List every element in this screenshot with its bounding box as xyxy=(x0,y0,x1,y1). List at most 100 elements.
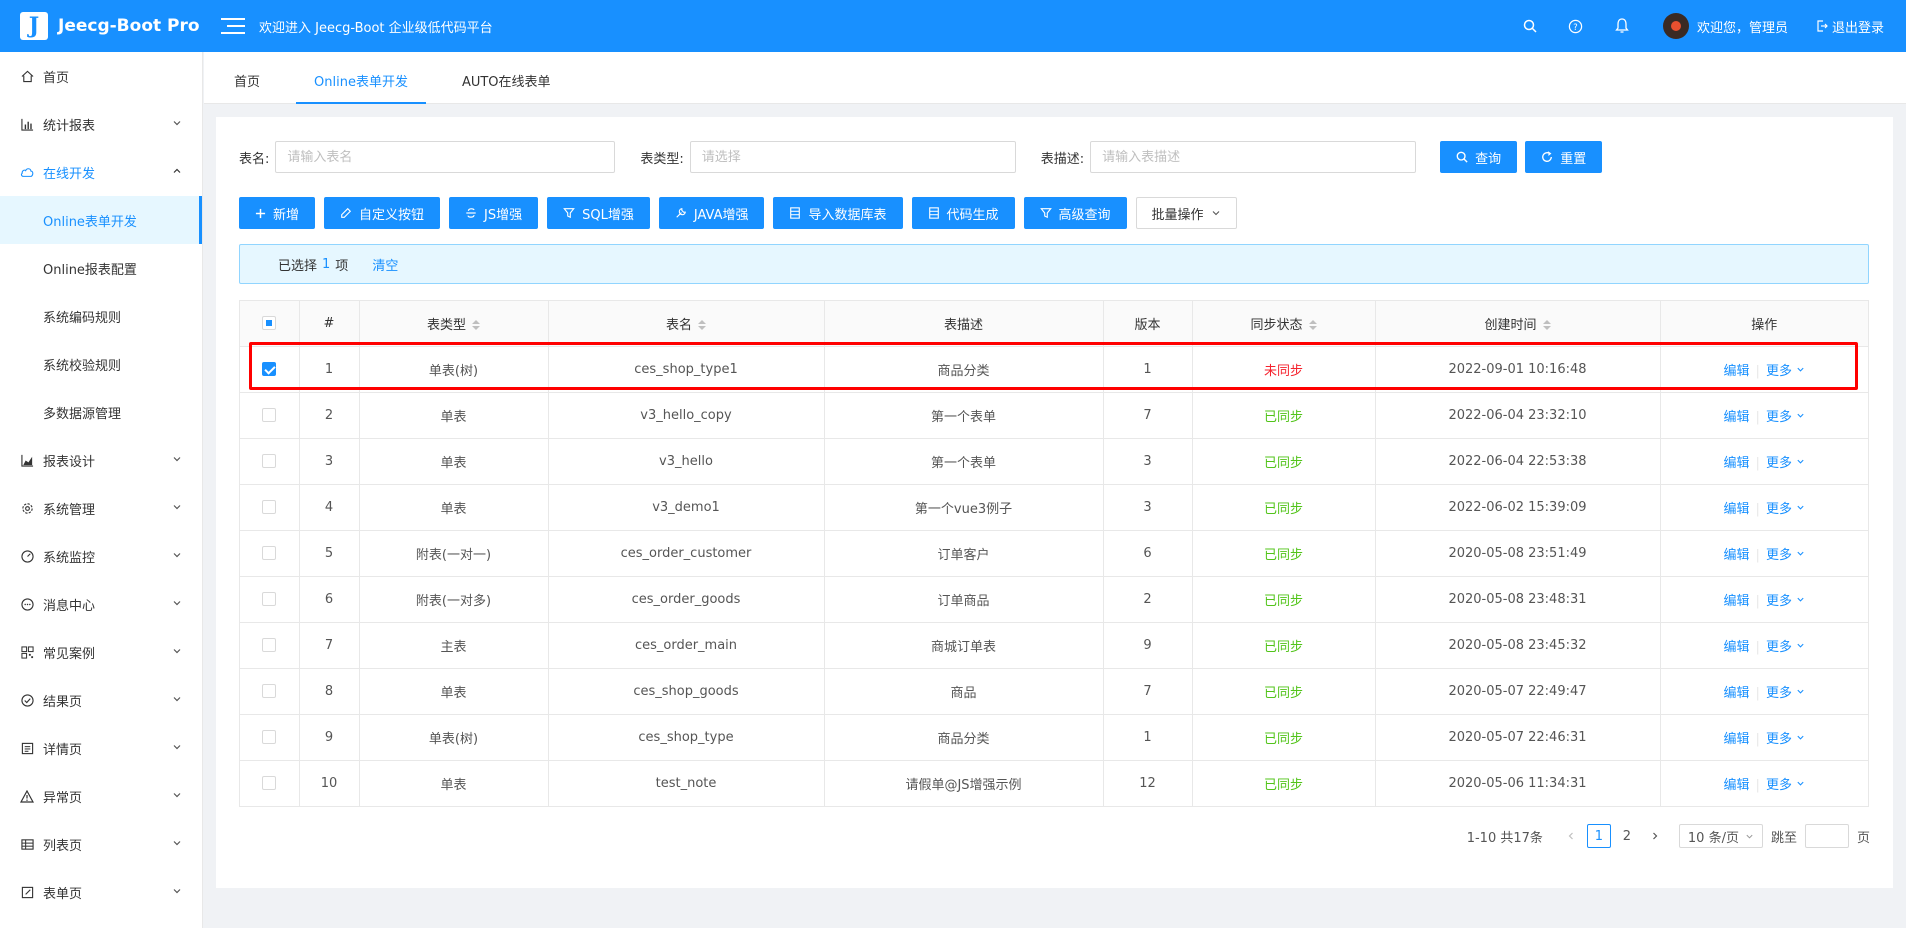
clear-selection-link[interactable]: 清空 xyxy=(372,255,398,274)
tab-online-form[interactable]: Online表单开发 xyxy=(290,57,432,104)
sidebar-item-report-design[interactable]: 报表设计 xyxy=(0,436,202,484)
avatar[interactable] xyxy=(1662,13,1689,39)
sidebar-item-form-page[interactable]: 表单页 xyxy=(0,868,202,916)
custom-button-button[interactable]: 自定义按钮 xyxy=(324,197,441,229)
sidebar-sub-code-rule[interactable]: 系统编码规则 xyxy=(0,292,202,340)
edit-link[interactable]: 编辑 xyxy=(1724,732,1750,747)
menu-fold-icon[interactable] xyxy=(221,16,245,36)
row-checkbox[interactable] xyxy=(262,546,277,560)
table-row[interactable]: 8 单表 ces_shop_goods 商品 7 已同步 2020-05-07 22:49:… xyxy=(240,668,1868,715)
row-checkbox[interactable] xyxy=(262,730,277,744)
more-dropdown[interactable]: 更多 xyxy=(1766,590,1805,609)
edit-link[interactable]: 编辑 xyxy=(1724,594,1750,609)
sidebar-item-system-manage[interactable]: 系统管理 xyxy=(0,484,202,532)
row-checkbox[interactable] xyxy=(262,500,277,514)
column-header-created[interactable]: 创建时间 xyxy=(1375,301,1661,347)
select-all-checkbox[interactable] xyxy=(262,316,277,331)
table-row[interactable]: 3 单表 v3_hello 第一个表单 3 已同步 2022-06-04 22:53:38 编… xyxy=(240,438,1868,485)
tab-home[interactable]: 首页 xyxy=(210,57,284,103)
sidebar-item-detail-page[interactable]: 详情页 xyxy=(0,724,202,772)
js-enhance-button[interactable]: JS增强 xyxy=(449,197,539,229)
sidebar-sub-datasource[interactable]: 多数据源管理 xyxy=(0,388,202,436)
page-2-button[interactable]: 2 xyxy=(1615,824,1639,848)
sidebar-sub-online-report[interactable]: Online报表配置 xyxy=(0,244,202,292)
sidebar-item-system-monitor[interactable]: 系统监控 xyxy=(0,532,202,580)
more-dropdown[interactable]: 更多 xyxy=(1766,636,1805,655)
prev-page-button[interactable] xyxy=(1559,824,1583,848)
table-desc-input[interactable] xyxy=(1090,141,1417,173)
row-checkbox[interactable] xyxy=(262,776,277,790)
select-all-cell[interactable] xyxy=(240,301,300,347)
row-checkbox[interactable] xyxy=(262,362,277,376)
row-select-cell[interactable] xyxy=(240,668,300,715)
sidebar-item-common-cases[interactable]: 常见案例 xyxy=(0,628,202,676)
sidebar-item-online-dev[interactable]: 在线开发 xyxy=(0,148,202,196)
more-dropdown[interactable]: 更多 xyxy=(1766,544,1805,563)
row-checkbox[interactable] xyxy=(262,638,277,652)
table-row[interactable]: 6 附表(一对多) ces_order_goods 订单商品 2 已同步 2020-05-0… xyxy=(240,576,1868,623)
table-row[interactable]: 9 单表(树) ces_shop_type 商品分类 1 已同步 2020-05-07 22… xyxy=(240,714,1868,761)
more-dropdown[interactable]: 更多 xyxy=(1766,406,1805,425)
import-db-table-button[interactable]: 导入数据库表 xyxy=(773,197,903,229)
row-select-cell[interactable] xyxy=(240,530,300,577)
sidebar-item-stats-report[interactable]: 统计报表 xyxy=(0,100,202,148)
tab-auto-form[interactable]: AUTO在线表单 xyxy=(438,57,575,103)
column-header-sync-status[interactable]: 同步状态 xyxy=(1192,301,1376,347)
edit-link[interactable]: 编辑 xyxy=(1724,640,1750,655)
goto-page-input[interactable] xyxy=(1804,824,1849,848)
row-select-cell[interactable] xyxy=(240,438,300,485)
code-generate-button[interactable]: 代码生成 xyxy=(911,197,1015,229)
sidebar-sub-check-rule[interactable]: 系统校验规则 xyxy=(0,340,202,388)
sidebar-item-list-page[interactable]: 列表页 xyxy=(0,820,202,868)
row-select-cell[interactable] xyxy=(240,346,300,393)
edit-link[interactable]: 编辑 xyxy=(1724,456,1750,471)
sidebar-sub-online-form[interactable]: Online表单开发 xyxy=(0,196,202,244)
row-select-cell[interactable] xyxy=(240,760,300,807)
logo[interactable]: J Jeecg-Boot Pro xyxy=(0,0,203,52)
row-select-cell[interactable] xyxy=(240,484,300,531)
table-row[interactable]: 4 单表 v3_demo1 第一个vue3例子 3 已同步 2022-06-02 15:39… xyxy=(240,484,1868,531)
table-row[interactable]: 5 附表(一对一) ces_order_customer 订单客户 6 已同步 2020-0… xyxy=(240,530,1868,577)
row-select-cell[interactable] xyxy=(240,714,300,761)
page-1-button[interactable]: 1 xyxy=(1586,824,1611,848)
query-button[interactable]: 查询 xyxy=(1440,141,1518,173)
java-enhance-button[interactable]: JAVA增强 xyxy=(658,197,765,229)
more-dropdown[interactable]: 更多 xyxy=(1766,360,1805,379)
table-row[interactable]: 10 单表 test_note 请假单@JS增强示例 12 已同步 2020-05-06 1… xyxy=(240,760,1868,807)
row-select-cell[interactable] xyxy=(240,622,300,669)
table-row[interactable]: 2 单表 v3_hello_copy 第一个表单 7 已同步 2022-06-04 23:3… xyxy=(240,392,1868,439)
row-select-cell[interactable] xyxy=(240,392,300,439)
table-row[interactable]: 7 主表 ces_order_main 商城订单表 9 已同步 2020-05-08 23:… xyxy=(240,622,1868,669)
search-icon[interactable] xyxy=(1522,18,1538,34)
edit-link[interactable]: 编辑 xyxy=(1724,364,1750,379)
sidebar-item-home[interactable]: 首页 xyxy=(0,52,202,100)
sidebar-item-exception-page[interactable]: 异常页 xyxy=(0,772,202,820)
edit-link[interactable]: 编辑 xyxy=(1724,502,1750,517)
more-dropdown[interactable]: 更多 xyxy=(1766,682,1805,701)
bell-icon[interactable] xyxy=(1614,18,1630,34)
advanced-query-button[interactable]: 高级查询 xyxy=(1023,197,1127,229)
table-row[interactable]: 1 单表(树) ces_shop_type1 商品分类 1 未同步 2022-09-01 1… xyxy=(240,346,1868,393)
sql-enhance-button[interactable]: SQL增强 xyxy=(547,197,650,229)
add-button[interactable]: 新增 xyxy=(239,197,316,229)
column-header-name[interactable]: 表名 xyxy=(548,301,825,347)
more-dropdown[interactable]: 更多 xyxy=(1766,774,1805,793)
logout-button[interactable]: 退出登录 xyxy=(1816,17,1884,36)
table-type-select[interactable] xyxy=(689,141,1016,173)
reset-button[interactable]: 重置 xyxy=(1525,141,1603,173)
sidebar-item-message-center[interactable]: 消息中心 xyxy=(0,580,202,628)
table-name-input[interactable] xyxy=(275,141,616,173)
row-select-cell[interactable] xyxy=(240,576,300,623)
edit-link[interactable]: 编辑 xyxy=(1724,778,1750,793)
row-checkbox[interactable] xyxy=(262,592,277,606)
help-icon[interactable]: ? xyxy=(1568,18,1584,34)
edit-link[interactable]: 编辑 xyxy=(1724,686,1750,701)
column-header-type[interactable]: 表类型 xyxy=(359,301,549,347)
edit-link[interactable]: 编辑 xyxy=(1724,548,1750,563)
more-dropdown[interactable]: 更多 xyxy=(1766,498,1805,517)
edit-link[interactable]: 编辑 xyxy=(1724,410,1750,425)
user-greeting[interactable]: 欢迎您，管理员 xyxy=(1697,17,1788,36)
batch-operation-dropdown[interactable]: 批量操作 xyxy=(1135,197,1237,229)
next-page-button[interactable] xyxy=(1643,824,1667,848)
more-dropdown[interactable]: 更多 xyxy=(1766,728,1805,747)
